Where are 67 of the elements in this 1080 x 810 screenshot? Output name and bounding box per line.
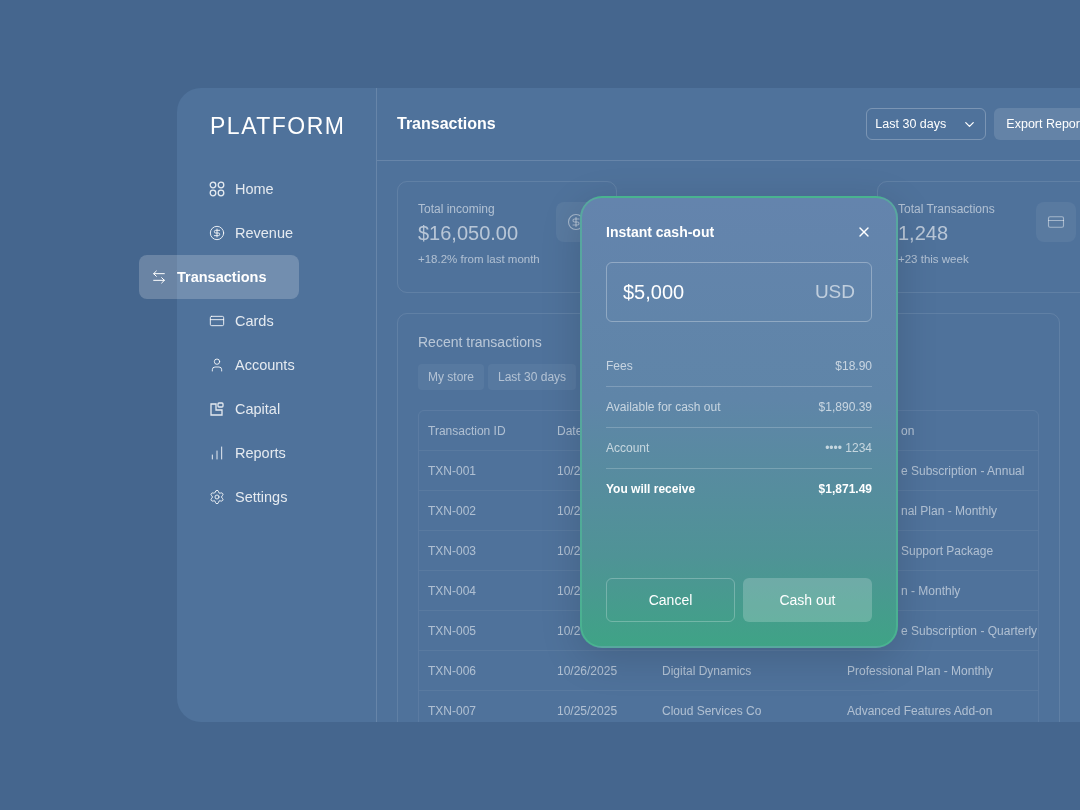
- dialog-title: Instant cash-out: [606, 224, 715, 240]
- column-header: Transaction ID: [427, 423, 507, 438]
- table-cell-text: TXN-007: [427, 703, 478, 718]
- page-title: Transactions: [397, 115, 497, 133]
- stat-value: 1,248: [898, 222, 950, 245]
- line-label: Available for cash out: [606, 400, 721, 414]
- nav-item[interactable]: Transactions: [139, 255, 299, 299]
- nav-item[interactable]: Cards: [197, 299, 274, 343]
- arrows-icon: [151, 269, 167, 285]
- table-cell-text: 10/2: [556, 543, 582, 558]
- table-cell-text: TXN-005: [427, 623, 478, 638]
- line-value: $18.90: [835, 359, 872, 373]
- table-cell-text: Digital Dynamics: [661, 663, 753, 678]
- card-icon: [209, 313, 225, 329]
- nav-item[interactable]: Capital: [197, 387, 281, 431]
- table-cell-text: Cloud Services Co: [661, 703, 763, 718]
- grid-icon: [209, 181, 225, 197]
- line-label: Fees: [606, 359, 633, 373]
- line-label: Account: [606, 441, 650, 455]
- card-icon: [1036, 202, 1076, 242]
- line-value: $1,871.49: [818, 482, 872, 496]
- dollar-circle-icon: [209, 225, 225, 241]
- table-cell-text: Advanced Features Add-on: [846, 703, 994, 718]
- table-cell-text: e Subscription - Quarterly: [900, 623, 1038, 638]
- nav-item[interactable]: Reports: [197, 431, 286, 475]
- table-cell-text: Support Package: [900, 543, 995, 558]
- table-cell-text: 10/25/2025: [556, 703, 619, 718]
- stat-label: Total incoming: [418, 202, 496, 216]
- stat-change: +18.2% from last month: [418, 253, 540, 265]
- table-cell-text: TXN-002: [427, 503, 478, 518]
- period-select[interactable]: Last 30 days: [866, 108, 987, 140]
- bar-chart-icon: [209, 445, 225, 461]
- cancel-button[interactable]: Cancel: [606, 578, 735, 622]
- nav-item[interactable]: Revenue: [197, 211, 294, 255]
- table-cell-text: TXN-006: [427, 663, 478, 678]
- logo: PLATFORM: [210, 114, 347, 138]
- table-cell-text: 10/2: [556, 463, 582, 478]
- nav-item[interactable]: Settings: [197, 475, 288, 519]
- capital-icon: [209, 401, 225, 417]
- line-value: $1,890.39: [818, 400, 872, 414]
- table-cell-text: 10/2: [556, 503, 582, 518]
- table-cell-text: nal Plan - Monthly: [900, 503, 999, 518]
- settings-icon: [209, 489, 225, 505]
- stat-change: +23 this week: [898, 253, 970, 265]
- nav-item[interactable]: Home: [197, 167, 274, 211]
- column-header: on: [900, 423, 916, 438]
- export-button[interactable]: Export Repor: [994, 108, 1080, 140]
- table-cell-text: TXN-004: [427, 583, 478, 598]
- table-cell-text: n - Monthly: [900, 583, 962, 598]
- table-cell-text: 10/2: [556, 583, 582, 598]
- cash-out-button[interactable]: Cash out: [743, 578, 872, 622]
- panel-title: Recent transactions: [418, 334, 543, 350]
- table-cell-text: 10/2: [556, 623, 582, 638]
- stat-label: Total Transactions: [898, 202, 995, 216]
- stat-value: $16,050.00: [418, 222, 520, 245]
- table-cell-text: Professional Plan - Monthly: [846, 663, 995, 678]
- filter-chip[interactable]: My store: [418, 364, 484, 390]
- line-value: •••• 1234: [825, 441, 872, 455]
- line-label: You will receive: [606, 482, 696, 496]
- table-cell-text: 10/26/2025: [556, 663, 619, 678]
- table-cell-text: e Subscription - Annual: [900, 463, 1026, 478]
- nav-item[interactable]: Accounts: [197, 343, 295, 387]
- table-cell-text: TXN-003: [427, 543, 478, 558]
- amount-field[interactable]: $5,000 USD: [606, 262, 872, 322]
- filter-chip[interactable]: Last 30 days: [488, 364, 577, 390]
- table-cell-text: TXN-001: [427, 463, 478, 478]
- user-icon: [209, 357, 225, 373]
